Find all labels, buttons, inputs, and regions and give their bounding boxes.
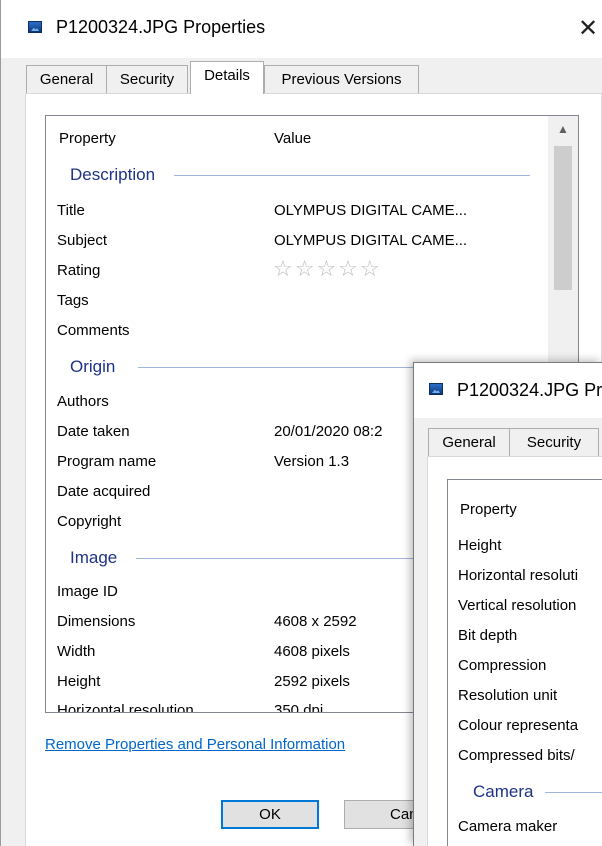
jpg-file-icon xyxy=(28,21,42,33)
property-name: Horizontal resolution xyxy=(57,702,194,713)
property-value[interactable]: OLYMPUS DIGITAL CAME... xyxy=(274,232,467,249)
property-name: Resolution unit xyxy=(458,687,558,704)
property-name: Comments xyxy=(57,322,130,339)
tab-security[interactable]: Security xyxy=(509,428,599,457)
window-title: P1200324.JPG Properties xyxy=(56,17,266,37)
property-name: Width xyxy=(57,643,96,660)
property-name: Height xyxy=(458,537,502,554)
properties-list[interactable]: Property Height Horizontal resoluti Vert… xyxy=(447,479,602,846)
property-value[interactable]: OLYMPUS DIGITAL CAME... xyxy=(274,202,467,219)
scroll-up-arrow-icon[interactable]: ▲ xyxy=(548,122,578,136)
property-name: Rating xyxy=(57,262,101,279)
tab-details[interactable]: Details xyxy=(190,61,264,94)
scroll-thumb[interactable] xyxy=(554,146,572,290)
property-value[interactable]: 4608 pixels xyxy=(274,643,350,660)
rating-stars-icon[interactable]: ☆☆☆☆☆ xyxy=(273,256,382,282)
jpg-file-icon xyxy=(429,383,443,395)
property-name: Compressed bits/ xyxy=(458,747,575,764)
group-heading-description: Description xyxy=(70,165,156,184)
property-name: Date taken xyxy=(57,423,130,440)
close-icon[interactable]: ✕ xyxy=(578,14,598,43)
property-name: Program name xyxy=(57,453,157,470)
tab-previous-versions[interactable]: Previous Versions xyxy=(264,65,419,94)
property-name: Tags xyxy=(57,292,89,309)
window-title: P1200324.JPG Pr xyxy=(457,380,602,400)
property-name: Copyright xyxy=(57,513,122,530)
property-name: Vertical resolution xyxy=(458,597,577,614)
property-name: Horizontal resoluti xyxy=(458,567,579,584)
title-bar[interactable]: P1200324.JPG Properties ✕ xyxy=(1,0,602,58)
remove-properties-link[interactable]: Remove Properties and Personal Informati… xyxy=(45,736,345,753)
group-heading-origin: Origin xyxy=(70,357,116,376)
ok-button[interactable]: OK xyxy=(221,800,319,829)
second-properties-dialog: P1200324.JPG Pr General Security Propert… xyxy=(413,362,602,846)
column-header-property[interactable]: Property xyxy=(59,130,116,147)
property-name: Bit depth xyxy=(458,627,518,644)
tab-general[interactable]: General xyxy=(428,428,510,457)
tab-general[interactable]: General xyxy=(26,65,107,94)
property-name: Dimensions xyxy=(57,613,136,630)
property-value[interactable]: 20/01/2020 08:2 xyxy=(274,423,382,440)
property-name: Compression xyxy=(458,657,547,674)
property-value[interactable]: Version 1.3 xyxy=(274,453,349,470)
column-header-property[interactable]: Property xyxy=(460,501,517,518)
property-name: Title xyxy=(57,202,85,219)
property-name: Subject xyxy=(57,232,108,249)
property-value[interactable]: 2592 pixels xyxy=(274,673,350,690)
column-header-value[interactable]: Value xyxy=(274,130,311,147)
group-divider xyxy=(545,792,602,793)
property-name: Height xyxy=(57,673,101,690)
property-name: Camera maker xyxy=(458,818,558,835)
property-name: Authors xyxy=(57,393,109,410)
property-value[interactable]: 4608 x 2592 xyxy=(274,613,357,630)
property-name: Colour representa xyxy=(458,717,579,734)
tab-security[interactable]: Security xyxy=(106,65,188,94)
group-heading-image: Image xyxy=(70,548,118,567)
property-name: Date acquired xyxy=(57,483,151,500)
property-name: Image ID xyxy=(57,583,118,600)
group-heading-camera: Camera xyxy=(473,782,534,801)
group-divider xyxy=(174,175,530,176)
title-bar[interactable]: P1200324.JPG Pr xyxy=(414,363,602,418)
property-value[interactable]: 350 dpi xyxy=(274,702,323,712)
